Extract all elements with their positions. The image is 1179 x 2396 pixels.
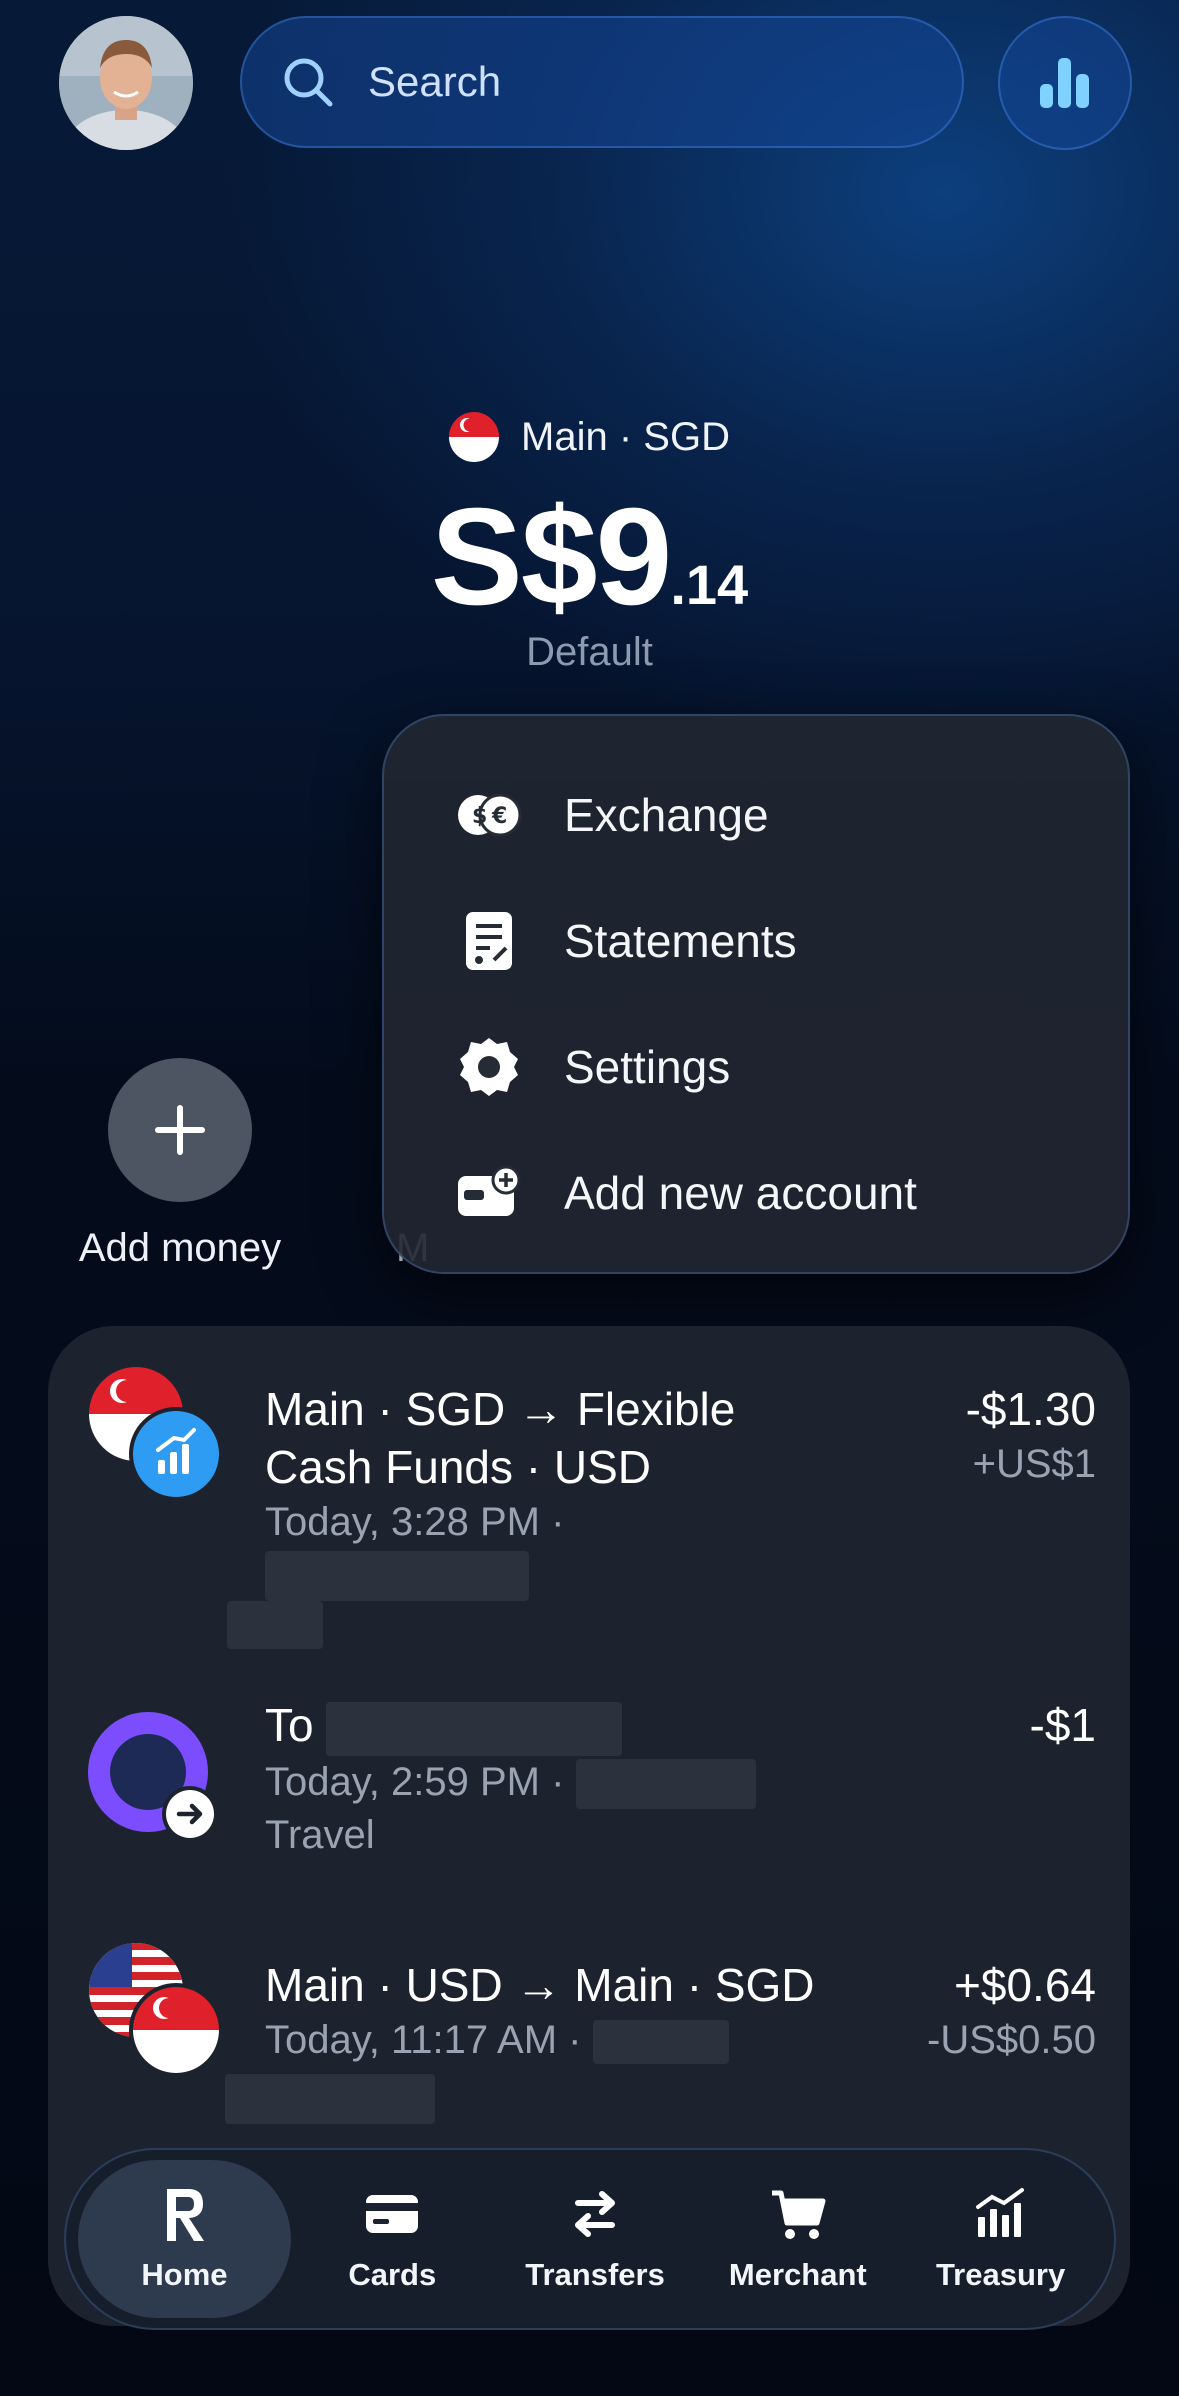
transaction-subtitle: Today, 3:28 PM · xyxy=(265,1500,565,1544)
menu-item-add-account[interactable]: Add new account xyxy=(384,1130,1128,1256)
transaction-title: Main · SGD → Flexible xyxy=(265,1383,736,1435)
transaction-amount: -$1.30 xyxy=(965,1383,1096,1435)
transaction-row[interactable]: Main · SGD → Flexible Cash Funds · USD T… xyxy=(48,1366,1130,1650)
menu-item-statements[interactable]: Statements xyxy=(384,878,1128,1004)
transaction-amount-secondary: -US$0.50 xyxy=(927,2018,1096,2062)
menu-item-exchange[interactable]: $ € Exchange xyxy=(384,752,1128,878)
nav-item-cards[interactable]: Cards xyxy=(291,2160,494,2318)
redacted-text xyxy=(227,1601,323,1650)
menu-item-label: Settings xyxy=(564,1041,731,1093)
transaction-subtitle: Today, 2:59 PM · xyxy=(265,1759,565,1804)
redacted-text xyxy=(225,2074,435,2124)
bar-chart-icon xyxy=(1040,58,1089,108)
card-icon xyxy=(366,2195,419,2233)
singapore-flag-icon xyxy=(449,412,500,462)
transaction-row[interactable]: To Today, 2:59 PM · Travel -$1 xyxy=(48,1684,1130,1884)
add-money-button[interactable] xyxy=(108,1058,252,1202)
nav-item-home[interactable]: Home xyxy=(78,2160,291,2318)
treasury-chart-icon xyxy=(975,2188,1024,2237)
account-selector[interactable]: Main · SGD xyxy=(0,412,1179,462)
transaction-subtitle: Today, 11:17 AM · xyxy=(265,2018,582,2062)
transaction-amount-secondary: +US$1 xyxy=(972,1442,1096,1486)
nav-label: Transfers xyxy=(525,2257,665,2292)
transaction-amount: -$1 xyxy=(1029,1699,1096,1751)
nav-label: Treasury xyxy=(935,2257,1066,2292)
menu-item-label: Exchange xyxy=(564,789,769,841)
svg-text:€: € xyxy=(491,804,507,829)
singapore-flag-icon xyxy=(89,1367,223,1501)
account-label: Main · SGD xyxy=(521,414,730,459)
transaction-category: Travel xyxy=(265,1813,375,1858)
balance-minor: .14 xyxy=(670,553,749,616)
redacted-text xyxy=(326,1701,623,1756)
merchant-logo-icon xyxy=(88,1712,218,1842)
menu-item-label: Statements xyxy=(564,915,797,967)
plus-icon xyxy=(155,1105,205,1155)
redacted-text xyxy=(592,2020,729,2065)
profile-photo xyxy=(59,16,193,150)
currency-exchange-flags-icon xyxy=(89,1943,223,2077)
svg-text:$: $ xyxy=(472,804,487,829)
balance-major: S$9 xyxy=(430,480,673,634)
transfers-icon xyxy=(575,2191,616,2237)
gear-icon xyxy=(456,1034,522,1100)
account-status: Default xyxy=(526,630,653,674)
add-account-icon xyxy=(456,1160,522,1226)
revolut-logo-icon xyxy=(167,2189,205,2241)
nav-label: Merchant xyxy=(728,2257,867,2292)
shopping-cart-icon xyxy=(771,2190,826,2239)
transaction-amount: +$0.64 xyxy=(954,1959,1096,2011)
nav-label: Home xyxy=(141,2257,228,2292)
search-icon xyxy=(284,58,333,107)
balance-amount: S$9.14 xyxy=(0,478,1179,637)
nav-item-treasury[interactable]: Treasury xyxy=(899,2160,1102,2318)
nav-item-merchant[interactable]: Merchant xyxy=(696,2160,899,2318)
redacted-text xyxy=(265,1551,529,1602)
statements-icon xyxy=(456,908,522,974)
redacted-text xyxy=(575,1759,756,1810)
transaction-title: To xyxy=(265,1699,314,1751)
search-placeholder: Search xyxy=(368,58,502,105)
avatar[interactable] xyxy=(59,16,193,150)
menu-item-label: Add new account xyxy=(564,1167,917,1219)
menu-item-settings[interactable]: Settings xyxy=(384,1004,1128,1130)
add-money-label: Add money xyxy=(78,1226,282,1270)
nav-label: Cards xyxy=(348,2257,437,2292)
analytics-button[interactable] xyxy=(998,16,1132,150)
account-options-menu: $ € Exchange Statements Settings Add new… xyxy=(382,714,1130,1274)
transaction-title-line2: Cash Funds · USD xyxy=(265,1441,652,1493)
transaction-title: Main · USD → Main · SGD xyxy=(265,1959,815,2011)
nav-item-transfers[interactable]: Transfers xyxy=(494,2160,697,2318)
search-bar[interactable]: Search xyxy=(240,16,964,148)
exchange-icon: $ € xyxy=(456,782,522,848)
bottom-navigation: Home Cards Transfers Merchant Treasury xyxy=(64,2148,1116,2330)
